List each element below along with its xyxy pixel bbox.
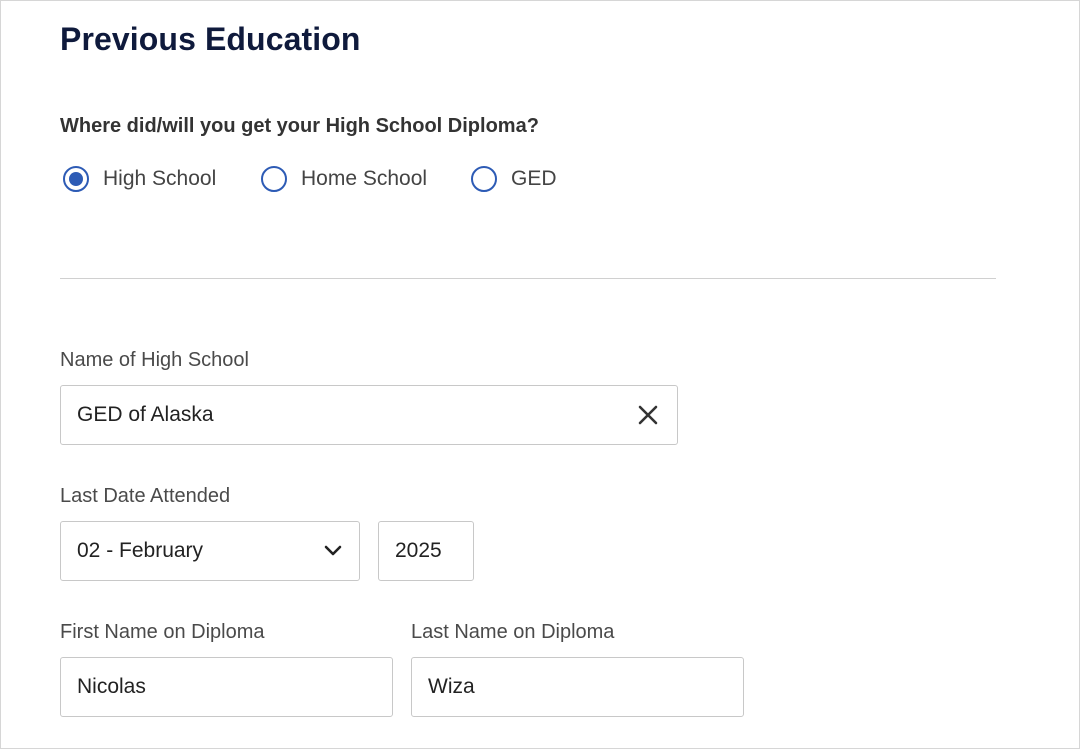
radio-high-school-label: High School [103,167,217,190]
close-icon[interactable] [635,402,661,428]
last-name-label: Last Name on Diploma [411,621,615,643]
radio-unselected-icon[interactable] [471,166,497,192]
last-name-value: Wiza [428,675,475,698]
radio-ged-label: GED [511,167,557,190]
school-name-input[interactable]: GED of Alaska [60,385,678,445]
radio-selected-icon[interactable] [63,166,89,192]
last-date-label: Last Date Attended [60,485,231,507]
form-panel: Previous Education Where did/will you ge… [0,0,1080,749]
radio-unselected-icon[interactable] [261,166,287,192]
radio-home-school-label: Home School [301,167,428,190]
year-value: 2025 [395,539,442,562]
page-title: Previous Education [60,21,361,57]
school-name-label: Name of High School [60,349,249,371]
radio-high-school[interactable]: High School [63,161,216,197]
first-name-input[interactable]: Nicolas [60,657,393,717]
first-name-label: First Name on Diploma [60,621,265,643]
school-name-value: GED of Alaska [77,403,214,426]
month-select[interactable]: 02 - February [60,521,360,581]
diploma-question-label: Where did/will you get your High School … [60,115,539,137]
chevron-down-icon [323,541,343,561]
radio-ged[interactable]: GED [471,161,557,197]
section-divider [60,278,996,279]
year-input[interactable]: 2025 [378,521,474,581]
last-name-input[interactable]: Wiza [411,657,744,717]
radio-dot [69,172,83,186]
first-name-value: Nicolas [77,675,146,698]
month-select-value: 02 - February [77,539,204,562]
radio-home-school[interactable]: Home School [261,161,427,197]
